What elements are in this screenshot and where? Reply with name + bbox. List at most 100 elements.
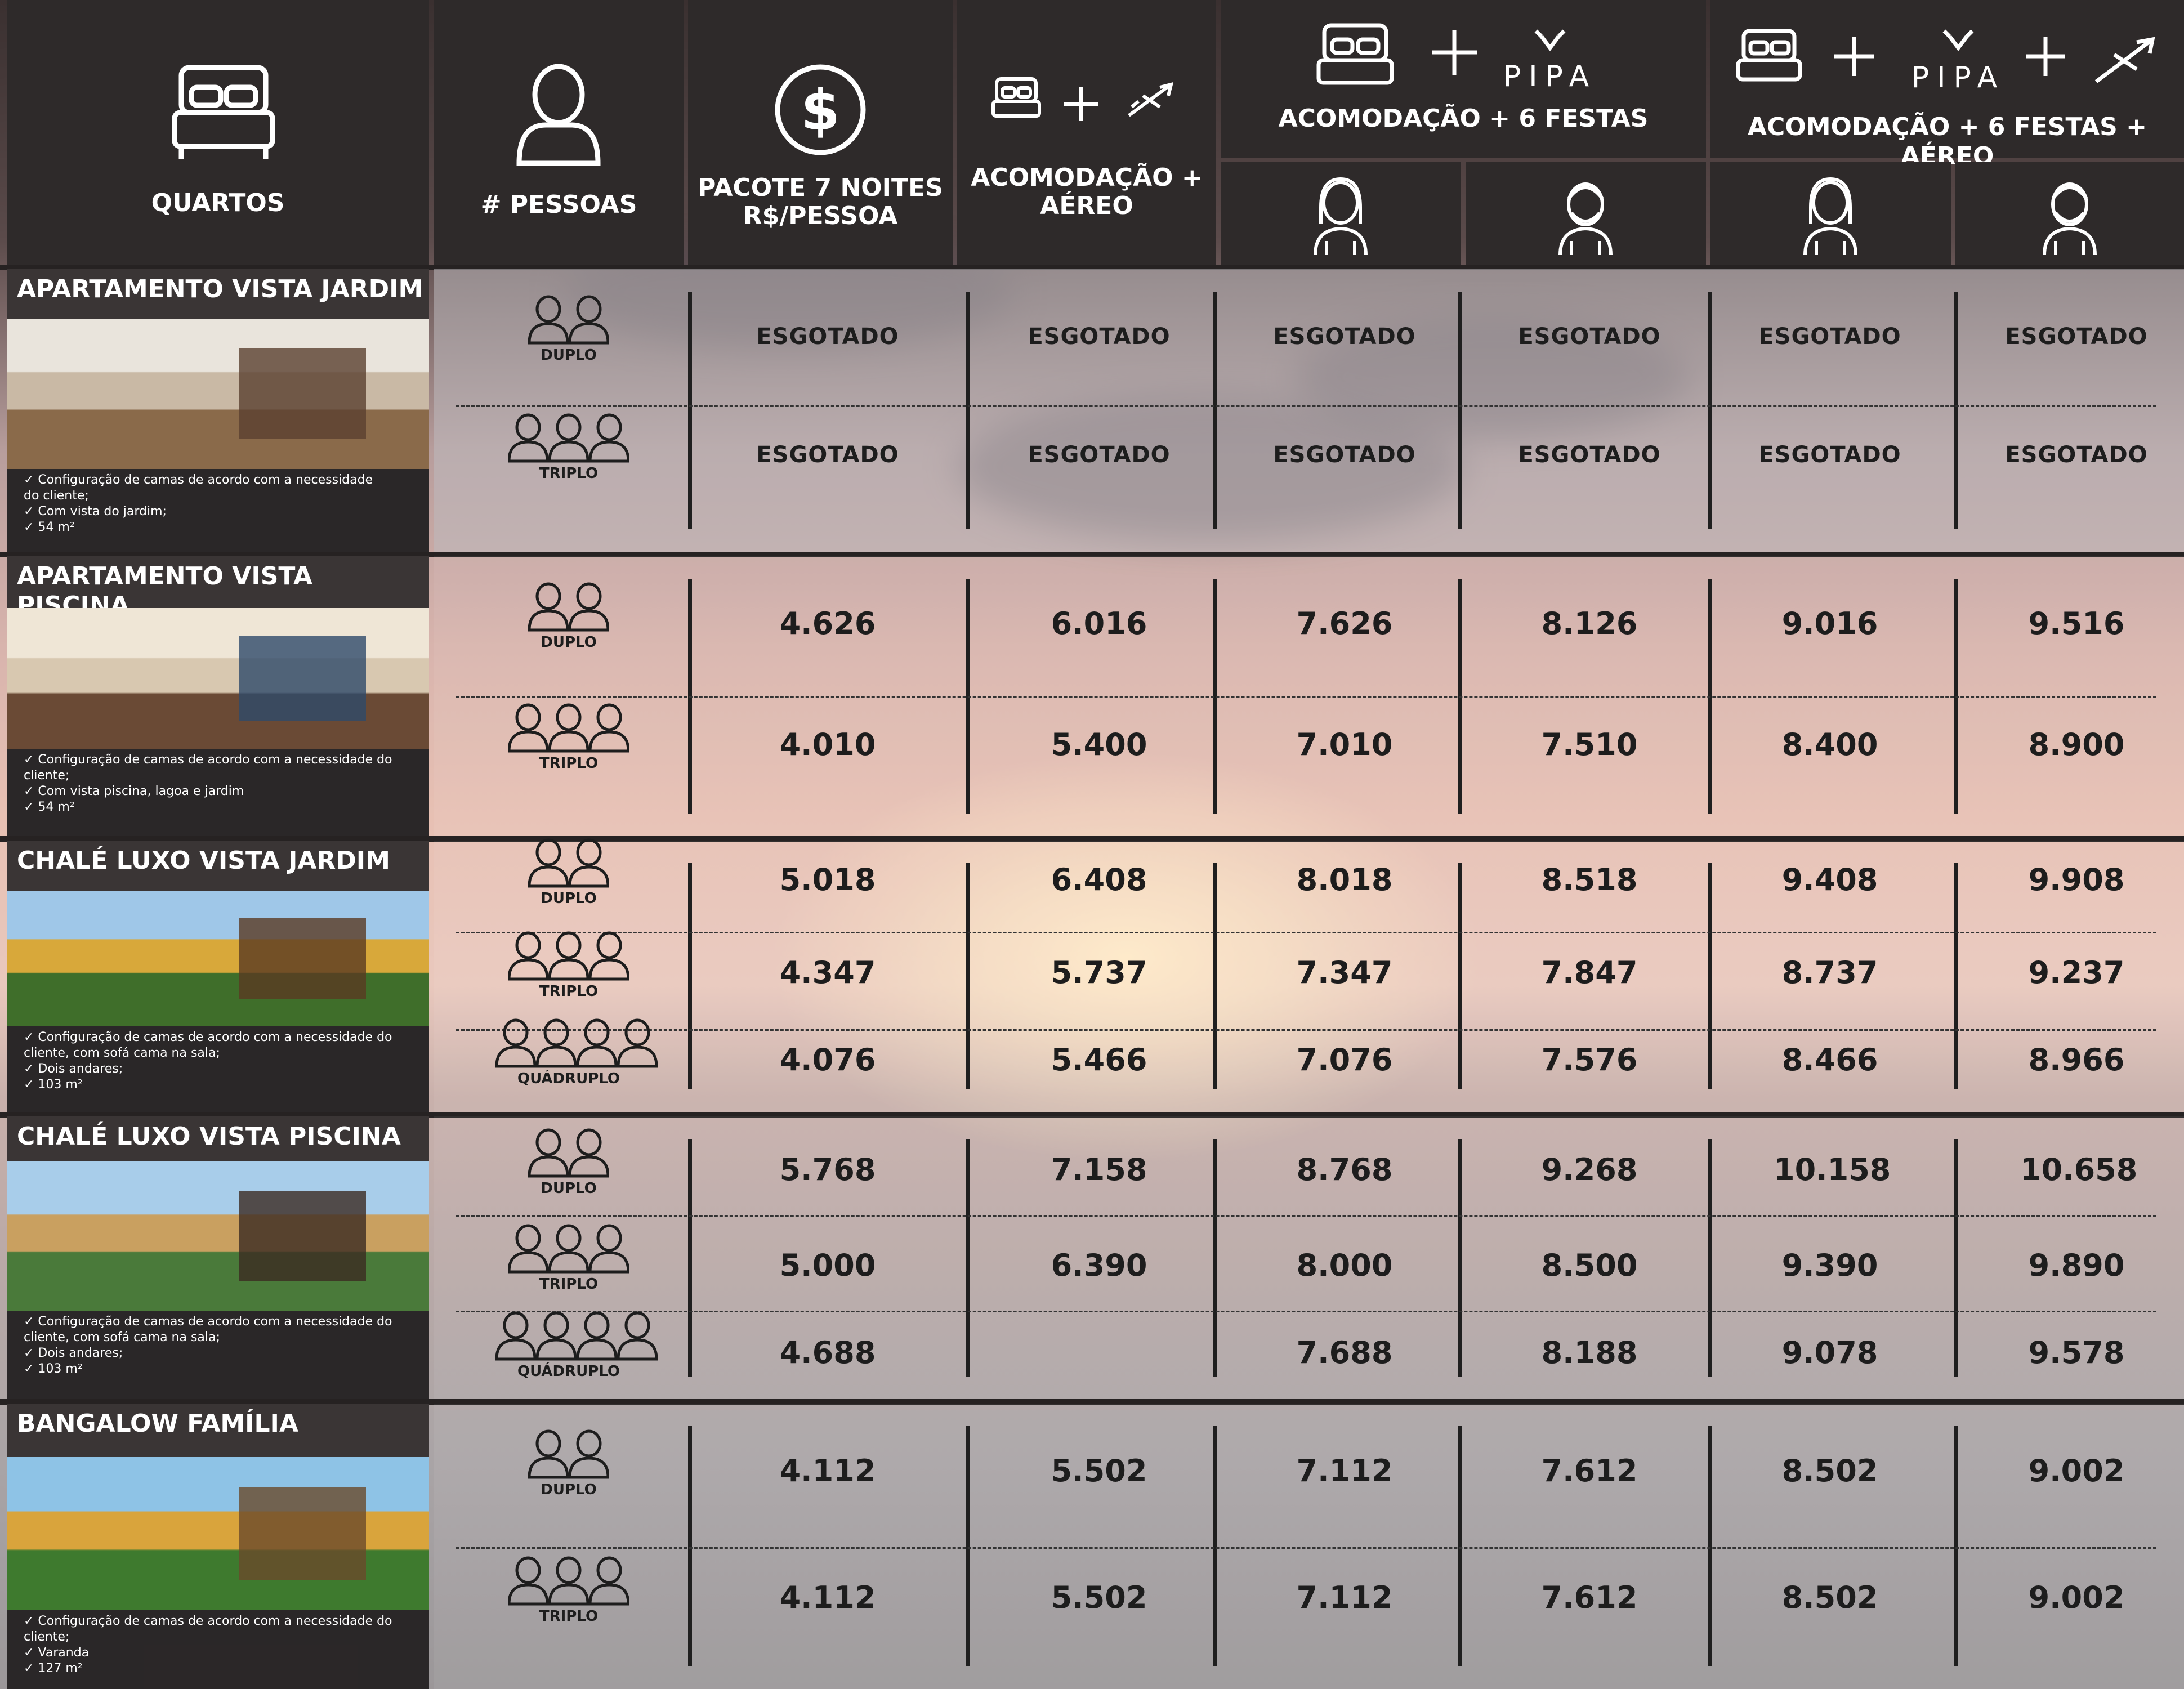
- feature-item: do cliente;: [24, 489, 89, 503]
- room-panel: CHALÉ LUXO VISTA PISCINA ✓ Configuração d…: [7, 1116, 429, 1399]
- photo-detail: [239, 636, 366, 721]
- room-photo: [7, 319, 429, 469]
- header-pacote-line1: PACOTE 7 NOITES: [698, 173, 943, 202]
- header-man-festas: [1466, 162, 1706, 265]
- header-acomodacao-aereo-line1: ACOMODAÇÃO +: [971, 163, 1203, 192]
- room-photo: [7, 608, 429, 749]
- price-cell: 8.966: [2028, 1042, 2125, 1078]
- column-divider: [966, 292, 970, 529]
- price-cell: 10.158: [1774, 1152, 1891, 1187]
- price-cell: 4.626: [779, 606, 876, 641]
- feature-item: ✓ 54 m²: [24, 520, 75, 534]
- row-divider: [456, 405, 2156, 407]
- feature-item: ✓ Com vista piscina, lagoa e jardim: [24, 784, 244, 798]
- price-cell: 4.010: [779, 727, 876, 762]
- row-background: [434, 269, 2184, 552]
- price-cell: 7.076: [1296, 1042, 1393, 1078]
- header-pessoas-label: # PESSOAS: [480, 190, 637, 219]
- header-pacote-line2: R$/PESSOA: [743, 202, 898, 230]
- column-divider: [1954, 1426, 1958, 1666]
- price-cell: 5.400: [1051, 727, 1147, 762]
- man-icon: [1558, 182, 1613, 256]
- occupancy-label: QUÁDRUPLO: [517, 1363, 620, 1380]
- occupancy-cell: TRIPLO: [495, 703, 642, 771]
- price-cell: 7.576: [1541, 1042, 1638, 1078]
- occupancy-label: DUPLO: [541, 1180, 597, 1197]
- price-cell: 5.502: [1051, 1453, 1147, 1489]
- occupancy-label: TRIPLO: [539, 983, 599, 1000]
- feature-item: ✓ 127 m²: [24, 1661, 83, 1675]
- header-acomodacao-aereo: ACOMODAÇÃO + AÉREO: [957, 0, 1216, 265]
- header-woman-festas-aereo: [1710, 162, 1951, 265]
- feature-item: ✓ Configuração de camas de acordo com a …: [24, 1315, 392, 1329]
- people-icon: [528, 1128, 610, 1178]
- price-cell: 7.112: [1296, 1580, 1393, 1615]
- column-divider: [1708, 1139, 1712, 1377]
- price-cell: 4.688: [779, 1335, 876, 1370]
- feature-item: cliente, com sofá cama na sala;: [24, 1046, 220, 1060]
- price-cell: 4.347: [779, 955, 876, 990]
- price-cell: 7.510: [1541, 727, 1638, 762]
- sold-out-cell: ESGOTADO: [1518, 324, 1661, 350]
- column-divider: [966, 863, 970, 1089]
- header-acomodacao-festas: PIPA ACOMODAÇÃO + 6 FESTAS: [1221, 0, 1706, 158]
- header-woman-festas: [1221, 162, 1461, 265]
- room-panel: CHALÉ LUXO VISTA JARDIM ✓ Configuração de…: [7, 841, 429, 1112]
- column-divider: [688, 292, 692, 529]
- room-features: ✓ Configuração de camas de acordo com a …: [7, 1311, 429, 1399]
- price-cell: 9.890: [2028, 1248, 2125, 1283]
- people-icon: [528, 295, 610, 345]
- column-divider: [966, 1139, 970, 1377]
- column-divider: [1954, 292, 1958, 529]
- price-cell: 8.126: [1541, 606, 1638, 641]
- header-pacote: $ PACOTE 7 NOITES R$/PESSOA: [688, 0, 953, 265]
- photo-detail: [239, 1191, 366, 1281]
- bed-plus-pipa-logo: PIPA: [1316, 23, 1589, 93]
- person-icon: [516, 64, 601, 166]
- header-quartos: QUARTOS: [7, 0, 429, 265]
- column-divider: [688, 863, 692, 1089]
- column-divider: [1213, 292, 1217, 529]
- occupancy-cell: DUPLO: [495, 838, 642, 906]
- row-divider: [456, 1029, 2156, 1031]
- price-cell: 10.658: [2020, 1152, 2138, 1187]
- occupancy-cell: TRIPLO: [495, 931, 642, 999]
- bed-plus-plane-icons: [991, 77, 1174, 121]
- price-cell: 9.002: [2028, 1580, 2125, 1615]
- feature-item: ✓ 103 m²: [24, 1078, 83, 1092]
- room-photo: [7, 891, 429, 1026]
- people-icon: [528, 582, 610, 632]
- bed-plus-pipa-plus-plane: PIPA: [1736, 29, 2155, 93]
- column-divider: [688, 1139, 692, 1377]
- header-acomodacao-aereo-line2: AÉREO: [1040, 191, 1133, 220]
- occupancy-label: TRIPLO: [539, 1608, 599, 1625]
- people-icon: [507, 1556, 630, 1606]
- feature-item: ✓ Configuração de camas de acordo com a …: [24, 1030, 392, 1044]
- sold-out-cell: ESGOTADO: [1273, 324, 1416, 350]
- header-quartos-label: QUARTOS: [151, 189, 285, 217]
- price-cell: 8.768: [1296, 1152, 1393, 1187]
- price-cell: 8.000: [1296, 1248, 1393, 1283]
- room-photo: [7, 1457, 429, 1610]
- header-pessoas: # PESSOAS: [434, 0, 684, 265]
- people-icon: [507, 931, 630, 981]
- sold-out-cell: ESGOTADO: [1273, 442, 1416, 468]
- photo-detail: [239, 348, 366, 439]
- room-panel: APARTAMENTO VISTA JARDIM ✓ Configuração d…: [7, 269, 429, 552]
- occupancy-label: TRIPLO: [539, 1276, 599, 1293]
- price-cell: 9.908: [2028, 862, 2125, 897]
- price-cell: 9.390: [1781, 1248, 1878, 1283]
- photo-detail: [239, 1487, 366, 1580]
- people-icon: [528, 838, 610, 888]
- price-cell: 5.466: [1051, 1042, 1147, 1078]
- column-divider: [1213, 1139, 1217, 1377]
- price-cell: 8.500: [1541, 1248, 1638, 1283]
- price-cell: 9.408: [1781, 862, 1878, 897]
- price-cell: 9.002: [2028, 1453, 2125, 1489]
- people-icon: [495, 1018, 658, 1068]
- feature-item: ✓ Varanda: [24, 1646, 90, 1660]
- price-cell: 9.516: [2028, 606, 2125, 641]
- room-features: ✓ Configuração de camas de acordo com a …: [7, 749, 429, 836]
- woman-icon: [1314, 177, 1368, 256]
- sold-out-cell: ESGOTADO: [1758, 324, 1901, 350]
